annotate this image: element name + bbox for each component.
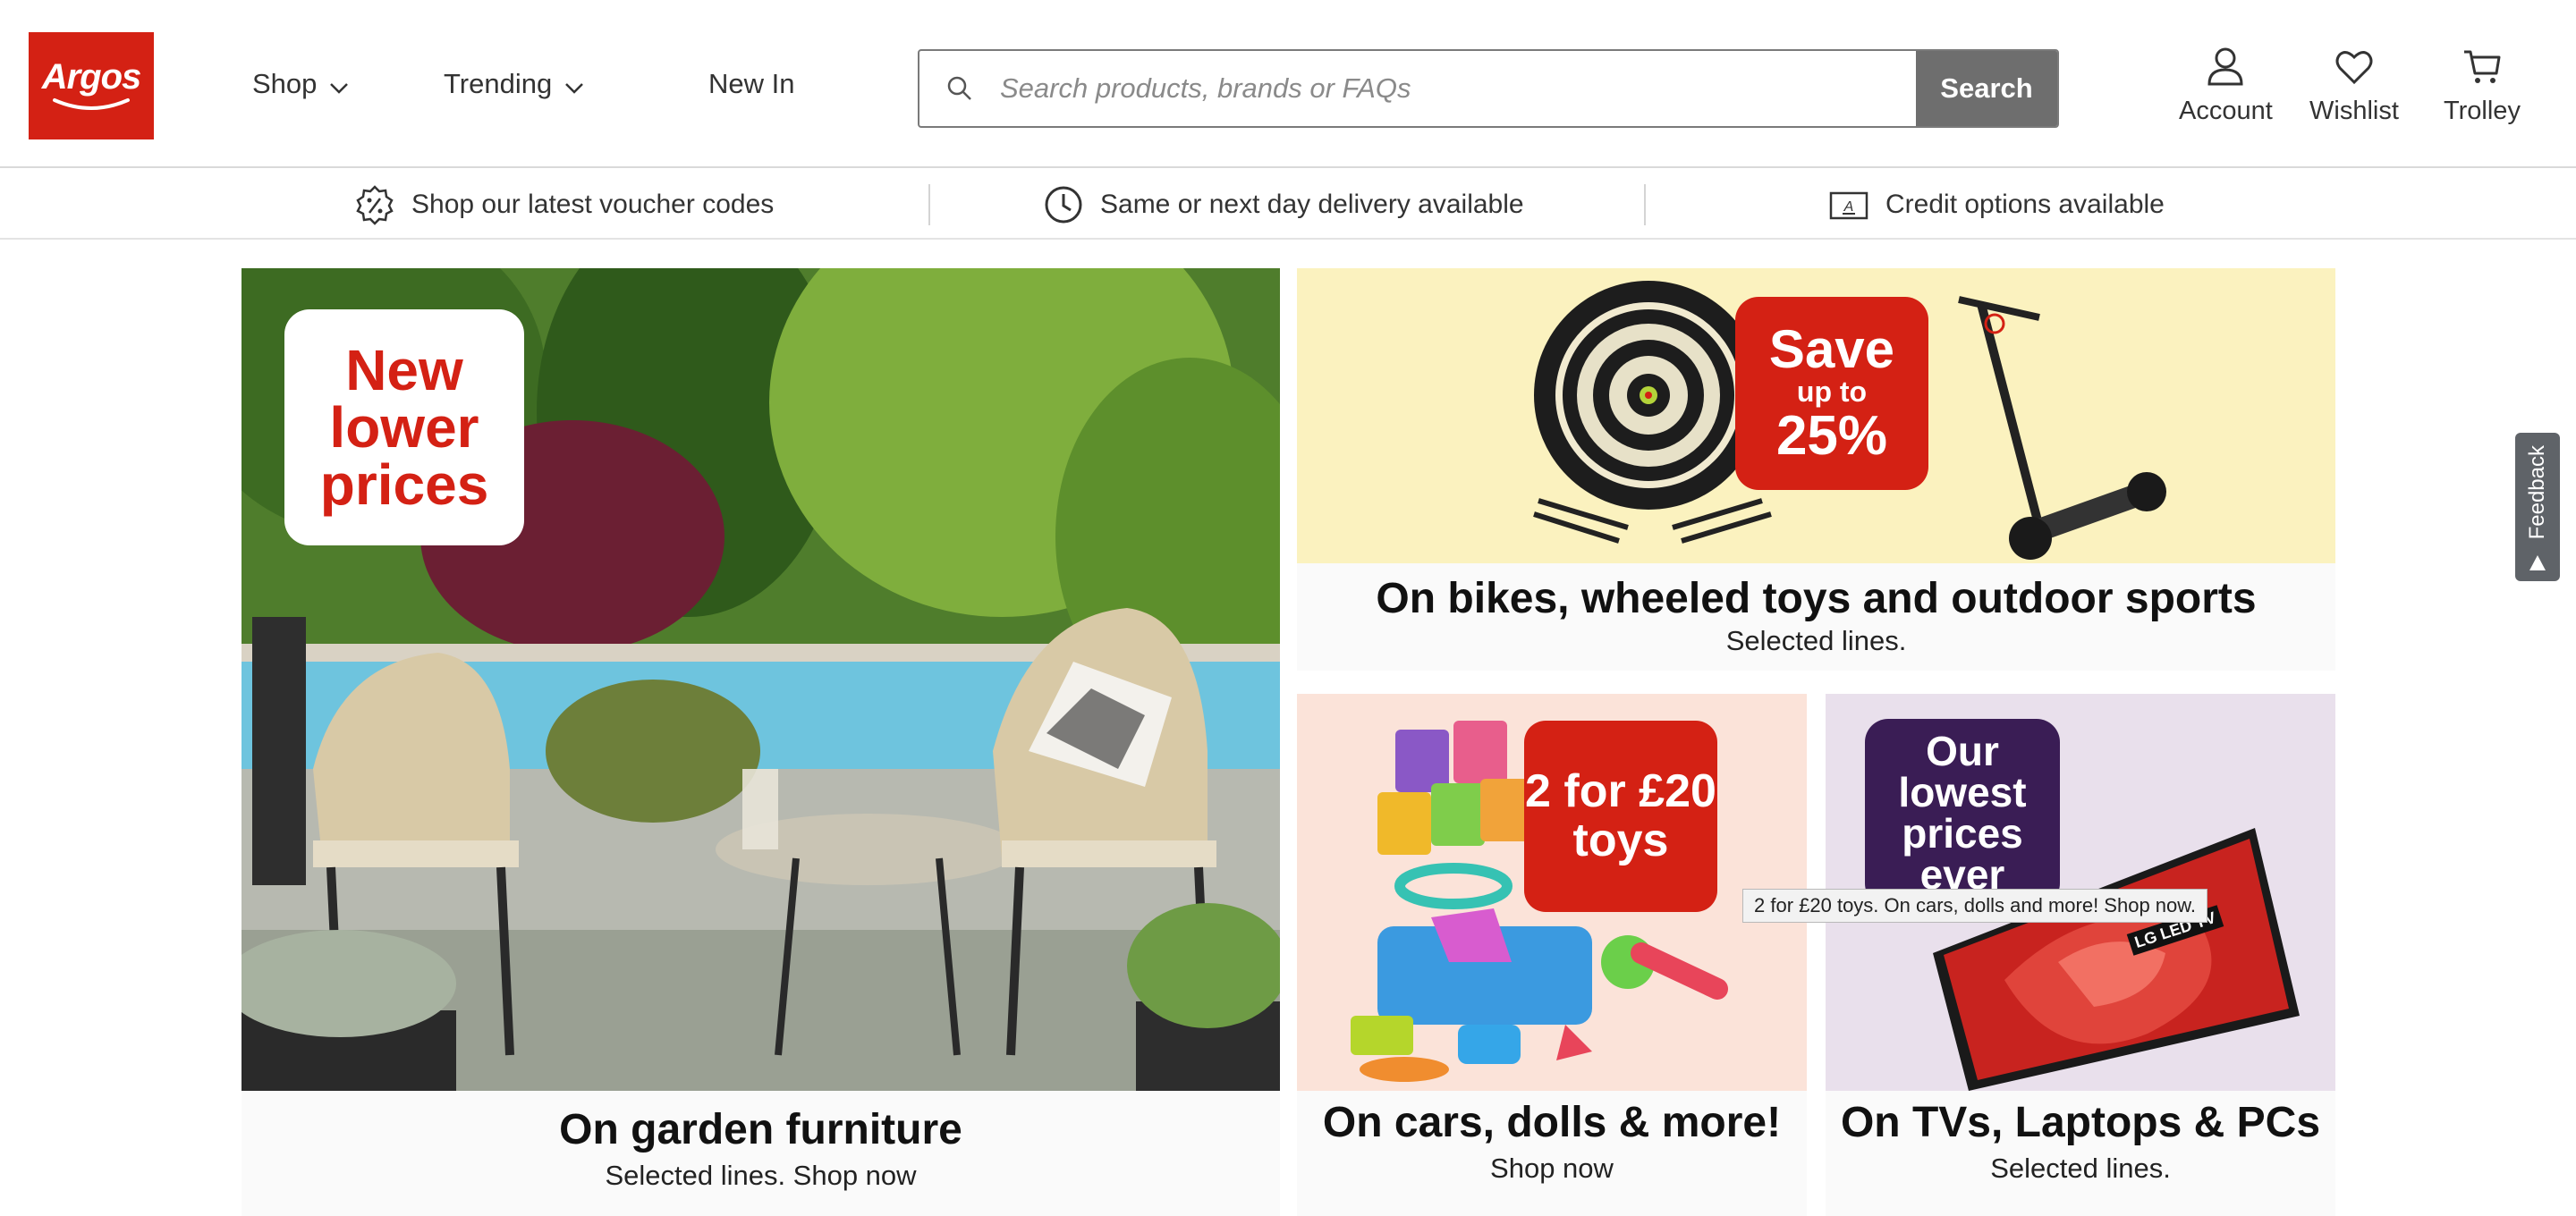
bikes-subtitle: Selected lines. — [1725, 624, 1907, 656]
nav-trending-label: Trending — [444, 68, 553, 99]
svg-text:A: A — [1843, 199, 1854, 215]
toys-image: 2 for £20 toys — [1297, 694, 1807, 1091]
nav-shop-label: Shop — [252, 68, 318, 99]
wishlist-label: Wishlist — [2309, 97, 2399, 125]
toys-title: On cars, dolls & more! — [1322, 1099, 1782, 1146]
lowest-prices-badge: Our lowest prices ever — [1865, 719, 2060, 907]
search-icon — [919, 51, 1000, 126]
search-button[interactable]: Search — [1916, 51, 2057, 126]
hover-tooltip: 2 for £20 toys. On cars, dolls and more!… — [1742, 889, 2208, 923]
site-header: Argos Shop Trending New In Search Accoun… — [0, 0, 2576, 168]
account-button[interactable]: Account — [2179, 45, 2273, 126]
save-badge-top: Save — [1768, 319, 1895, 380]
toys-subtitle: Shop now — [1490, 1152, 1614, 1184]
garden-subtitle: Selected lines. Shop now — [605, 1159, 917, 1191]
voucher-badge-icon — [356, 185, 394, 225]
nav-trending[interactable]: Trending — [444, 68, 584, 100]
voucher-link[interactable]: Shop our latest voucher codes — [354, 184, 774, 225]
search-input[interactable] — [1000, 51, 1916, 126]
save-up-to-badge: Save up to 25% — [1735, 297, 1928, 490]
tvs-caption: On TVs, Laptops & PCs Selected lines. — [1826, 1091, 2335, 1216]
bikes-title: On bikes, wheeled toys and outdoor sport… — [1376, 575, 2257, 622]
garden-caption: On garden furniture Selected lines. Shop… — [242, 1091, 1280, 1216]
account-label: Account — [2179, 97, 2273, 125]
trolley-label: Trolley — [2444, 97, 2521, 125]
toys-tile[interactable]: 2 for £20 toys On cars, dolls & more! Sh… — [1297, 694, 1807, 1216]
card-icon: A — [1829, 191, 1868, 220]
argos-logo[interactable]: Argos — [29, 32, 154, 139]
nav-shop[interactable]: Shop — [252, 68, 349, 100]
strip-divider — [928, 184, 930, 225]
chevron-down-icon — [330, 83, 349, 94]
delivery-label: Same or next day delivery available — [1100, 190, 1524, 219]
credit-link[interactable]: A Credit options available — [1828, 184, 2165, 225]
two-for-twenty-badge: 2 for £20 toys — [1524, 721, 1717, 912]
feedback-tab[interactable]: Feedback — [2515, 433, 2560, 581]
save-badge-value: 25% — [1775, 404, 1888, 467]
tvs-laptops-tile[interactable]: Our lowest prices ever LG LED TV On TVs,… — [1826, 694, 2335, 1216]
new-lower-prices-badge: New lower prices — [284, 309, 524, 545]
garden-furniture-tile[interactable]: New lower prices On garden furniture Sel… — [242, 268, 1280, 1216]
heart-icon — [2335, 51, 2373, 85]
triangle-up-icon — [2529, 555, 2546, 570]
chevron-down-icon — [565, 83, 584, 94]
garden-title: On garden furniture — [559, 1106, 962, 1153]
trolley-icon — [2463, 50, 2501, 83]
logo-text: Argos — [41, 57, 142, 97]
delivery-link[interactable]: Same or next day delivery available — [1043, 184, 1524, 225]
clock-icon — [1045, 186, 1082, 224]
bikes-caption: On bikes, wheeled toys and outdoor sport… — [1297, 563, 2335, 671]
save-badge-mid: up to — [1796, 376, 1868, 409]
info-strip: Shop our latest voucher codes Same or ne… — [0, 170, 2576, 240]
outdoor-sports-image: Save up to 25% — [1297, 268, 2335, 563]
logo-swoosh-icon — [53, 98, 130, 110]
outdoor-sports-tile[interactable]: Save up to 25% On bikes, wheeled toys an… — [1297, 268, 2335, 671]
trolley-button[interactable]: Trolley — [2444, 45, 2521, 126]
credit-label: Credit options available — [1885, 190, 2165, 219]
voucher-label: Shop our latest voucher codes — [411, 190, 775, 219]
strip-divider — [1644, 184, 1646, 225]
search-bar: Search — [918, 49, 2059, 128]
nav-new-in-label: New In — [708, 68, 795, 99]
feedback-label: Feedback — [2525, 445, 2549, 540]
account-icon — [2207, 47, 2243, 86]
tvs-subtitle: Selected lines. — [1990, 1152, 2171, 1184]
wishlist-button[interactable]: Wishlist — [2309, 45, 2399, 126]
nav-new-in[interactable]: New In — [708, 68, 794, 100]
tvs-title: On TVs, Laptops & PCs — [1840, 1099, 2321, 1146]
toys-caption: On cars, dolls & more! Shop now — [1297, 1091, 1807, 1216]
